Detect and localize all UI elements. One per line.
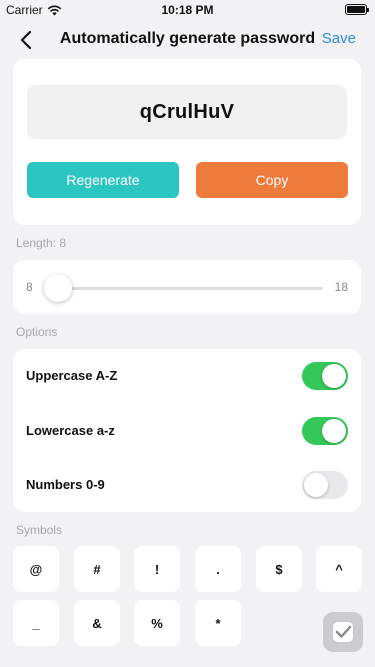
floating-checkbox-icon[interactable] <box>323 612 363 652</box>
option-label: Uppercase A-Z <box>26 368 118 383</box>
symbol-key-asterisk[interactable]: * <box>195 600 241 646</box>
options-card: Uppercase A-Z Lowercase a-z Numbers 0-9 <box>13 349 361 512</box>
status-bar: Carrier 10:18 PM <box>0 0 375 20</box>
symbols-header: Symbols <box>16 523 63 537</box>
option-row-numbers: Numbers 0-9 <box>13 458 361 512</box>
symbol-key-ampersand[interactable]: & <box>74 600 120 646</box>
symbol-key-hash[interactable]: # <box>74 546 120 592</box>
battery-icon <box>345 4 369 15</box>
option-row-uppercase: Uppercase A-Z <box>13 349 361 403</box>
length-slider-card: 8 18 <box>13 260 361 314</box>
option-label: Numbers 0-9 <box>26 477 105 492</box>
copy-button[interactable]: Copy <box>196 162 348 198</box>
length-label: Length: 8 <box>16 236 67 250</box>
symbol-key-at[interactable]: @ <box>13 546 59 592</box>
uppercase-toggle[interactable] <box>302 362 348 390</box>
page-title: Automatically generate password <box>59 30 316 47</box>
symbol-key-underscore[interactable]: _ <box>13 600 59 646</box>
symbol-key-caret[interactable]: ^ <box>316 546 362 592</box>
symbol-key-dollar[interactable]: $ <box>256 546 302 592</box>
password-card: qCrulHuV Regenerate Copy <box>13 59 361 225</box>
numbers-toggle[interactable] <box>302 471 348 499</box>
symbol-key-dot[interactable]: . <box>195 546 241 592</box>
slider-max-label: 18 <box>334 280 348 294</box>
option-label: Lowercase a-z <box>26 423 115 438</box>
slider-thumb[interactable] <box>44 274 72 302</box>
password-display: qCrulHuV <box>27 85 347 139</box>
slider-track[interactable] <box>53 287 323 290</box>
lowercase-toggle[interactable] <box>302 417 348 445</box>
save-button[interactable]: Save <box>322 30 356 47</box>
option-row-lowercase: Lowercase a-z <box>13 404 361 458</box>
symbol-key-percent[interactable]: % <box>134 600 180 646</box>
options-header: Options <box>16 325 58 339</box>
symbol-key-exclamation[interactable]: ! <box>134 546 180 592</box>
regenerate-button[interactable]: Regenerate <box>27 162 179 198</box>
status-time: 10:18 PM <box>161 3 214 17</box>
slider-min-label: 8 <box>26 280 33 294</box>
nav-bar: Automatically generate password Save <box>0 20 375 60</box>
